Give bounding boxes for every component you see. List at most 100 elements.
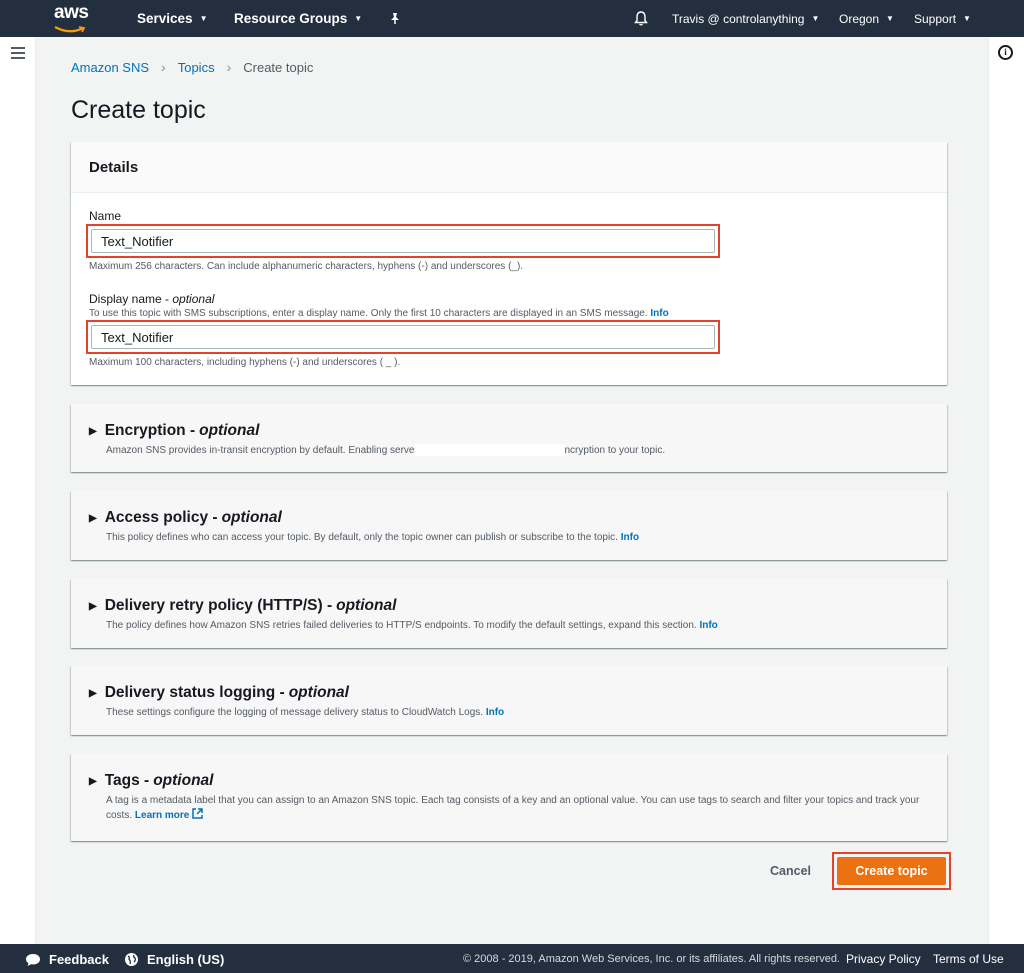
section-title: Access policy - [104,509,218,526]
encryption-section[interactable]: ▶ Encryption - optional Amazon SNS provid… [71,404,947,472]
right-tools-rail [988,37,1024,944]
display-name-hint: Maximum 100 characters, including hyphen… [89,357,401,368]
user-account-menu[interactable]: Travis @ controlanything ▼ [672,0,819,37]
region-label: Oregon [839,11,880,26]
language-selector[interactable]: English (US) [124,952,224,967]
top-navigation-bar: aws Services ▼ Resource Groups ▼ Travis @ … [0,0,1024,37]
delivery-retry-toggle[interactable]: ▶ Delivery retry policy (HTTP/S) - option… [89,597,396,615]
language-label: English (US) [147,952,225,967]
learn-more-link[interactable]: Learn more [134,808,203,821]
description-text-end: ncryption to your topic. [564,445,666,456]
external-link-icon [192,808,203,819]
info-icon[interactable]: i [998,45,1013,60]
resource-groups-label: Resource Groups [234,11,348,26]
resource-groups-menu[interactable]: Resource Groups ▼ [234,0,362,37]
description-text: These settings configure the logging of … [106,707,484,718]
description-text: This policy defines who can access your … [106,532,618,543]
optional-label: optional [288,684,349,701]
display-name-description: To use this topic with SMS subscriptions… [89,308,669,319]
feedback-link[interactable]: Feedback [25,952,109,967]
breadcrumb-current: Create topic [243,59,314,75]
support-menu[interactable]: Support ▼ [914,0,971,37]
encryption-toggle[interactable]: ▶ Encryption - optional [89,422,259,440]
section-title: Delivery retry policy (HTTP/S) - [104,597,333,614]
delivery-retry-description: The policy defines how Amazon SNS retrie… [106,619,936,633]
section-title: Encryption - [104,422,196,439]
delivery-status-logging-description: These settings configure the logging of … [106,706,936,720]
chevron-down-icon: ▼ [963,14,971,23]
user-label: Travis @ controlanything [672,11,805,26]
create-topic-button[interactable]: Create topic [837,857,946,885]
section-title: Delivery status logging - [104,684,285,701]
display-name-input[interactable] [91,325,715,349]
chevron-down-icon: ▼ [811,14,820,23]
privacy-policy-link[interactable]: Privacy Policy [846,952,921,966]
access-policy-section[interactable]: ▶ Access policy - optional This policy de… [71,491,947,560]
create-topic-highlight: Create topic [832,852,951,890]
feedback-label: Feedback [49,952,109,967]
tags-toggle[interactable]: ▶ Tags - optional [89,772,213,790]
display-name-label: Display name - optional [89,292,214,306]
optional-label: optional [221,509,282,526]
optional-label: optional [172,292,215,306]
page-title: Create topic [71,96,206,124]
name-hint: Maximum 256 characters. Can include alph… [89,261,524,272]
hamburger-menu-icon[interactable] [11,47,25,59]
breadcrumb-topics[interactable]: Topics [178,60,215,75]
triangle-right-icon: ▶ [89,687,97,699]
chevron-right-icon: › [161,59,166,75]
pin-icon[interactable] [389,0,401,37]
tags-section[interactable]: ▶ Tags - optional A tag is a metadata lab… [71,754,947,841]
optional-label: optional [199,422,260,439]
encryption-description: Amazon SNS provides in-transit encryptio… [106,444,936,458]
left-navigation-rail [0,37,36,944]
services-menu[interactable]: Services ▼ [137,0,207,37]
footer: Feedback English (US) © 2008 - 2019, Ama… [0,944,1024,973]
triangle-right-icon: ▶ [89,600,97,612]
display-name-field-highlight [86,320,720,354]
aws-logo-text: aws [54,2,89,23]
chevron-down-icon: ▼ [886,14,894,23]
description-text: A tag is a metadata label that you can a… [106,795,920,821]
optional-label: optional [153,772,214,789]
cancel-button[interactable]: Cancel [770,864,811,878]
details-header: Details [71,142,947,193]
services-label: Services [137,11,193,26]
aws-logo[interactable]: aws [54,2,94,33]
description-text: The policy defines how Amazon SNS retrie… [106,620,697,631]
triangle-right-icon: ▶ [89,512,97,524]
delivery-status-logging-section[interactable]: ▶ Delivery status logging - optional Thes… [71,666,947,735]
chevron-down-icon: ▼ [354,14,363,23]
triangle-right-icon: ▶ [89,775,97,787]
details-panel: Details Name Maximum 256 characters. Can… [71,142,947,385]
copyright-text: © 2008 - 2019, Amazon Web Services, Inc.… [463,953,840,965]
speech-bubble-icon [26,953,40,966]
description-text: Amazon SNS provides in-transit encryptio… [106,445,415,456]
terms-of-use-link[interactable]: Terms of Use [933,952,1004,966]
region-menu[interactable]: Oregon ▼ [839,0,894,37]
delivery-status-logging-toggle[interactable]: ▶ Delivery status logging - optional [89,684,349,702]
chevron-right-icon: › [226,59,232,75]
info-link[interactable]: Info [699,620,717,631]
learn-more-label: Learn more [134,810,190,821]
bell-icon[interactable] [634,0,648,37]
triangle-right-icon: ▶ [89,425,97,437]
access-policy-toggle[interactable]: ▶ Access policy - optional [89,509,282,527]
info-link[interactable]: Info [621,532,639,543]
display-name-label-text: Display name - [89,292,173,306]
display-name-description-text: To use this topic with SMS subscriptions… [89,308,648,319]
info-link[interactable]: Info [650,308,668,319]
name-input[interactable] [91,229,715,253]
access-policy-description: This policy defines who can access your … [106,531,936,545]
delivery-retry-section[interactable]: ▶ Delivery retry policy (HTTP/S) - option… [71,579,947,648]
name-field-highlight [86,224,720,258]
aws-smile-icon [54,26,86,33]
info-link[interactable]: Info [486,707,504,718]
redacted-area [414,444,565,457]
breadcrumb-amazon-sns[interactable]: Amazon SNS [71,60,149,75]
support-label: Support [914,11,957,26]
optional-label: optional [336,597,397,614]
globe-icon [125,953,138,966]
chevron-down-icon: ▼ [199,14,208,23]
section-title: Tags - [104,772,150,789]
